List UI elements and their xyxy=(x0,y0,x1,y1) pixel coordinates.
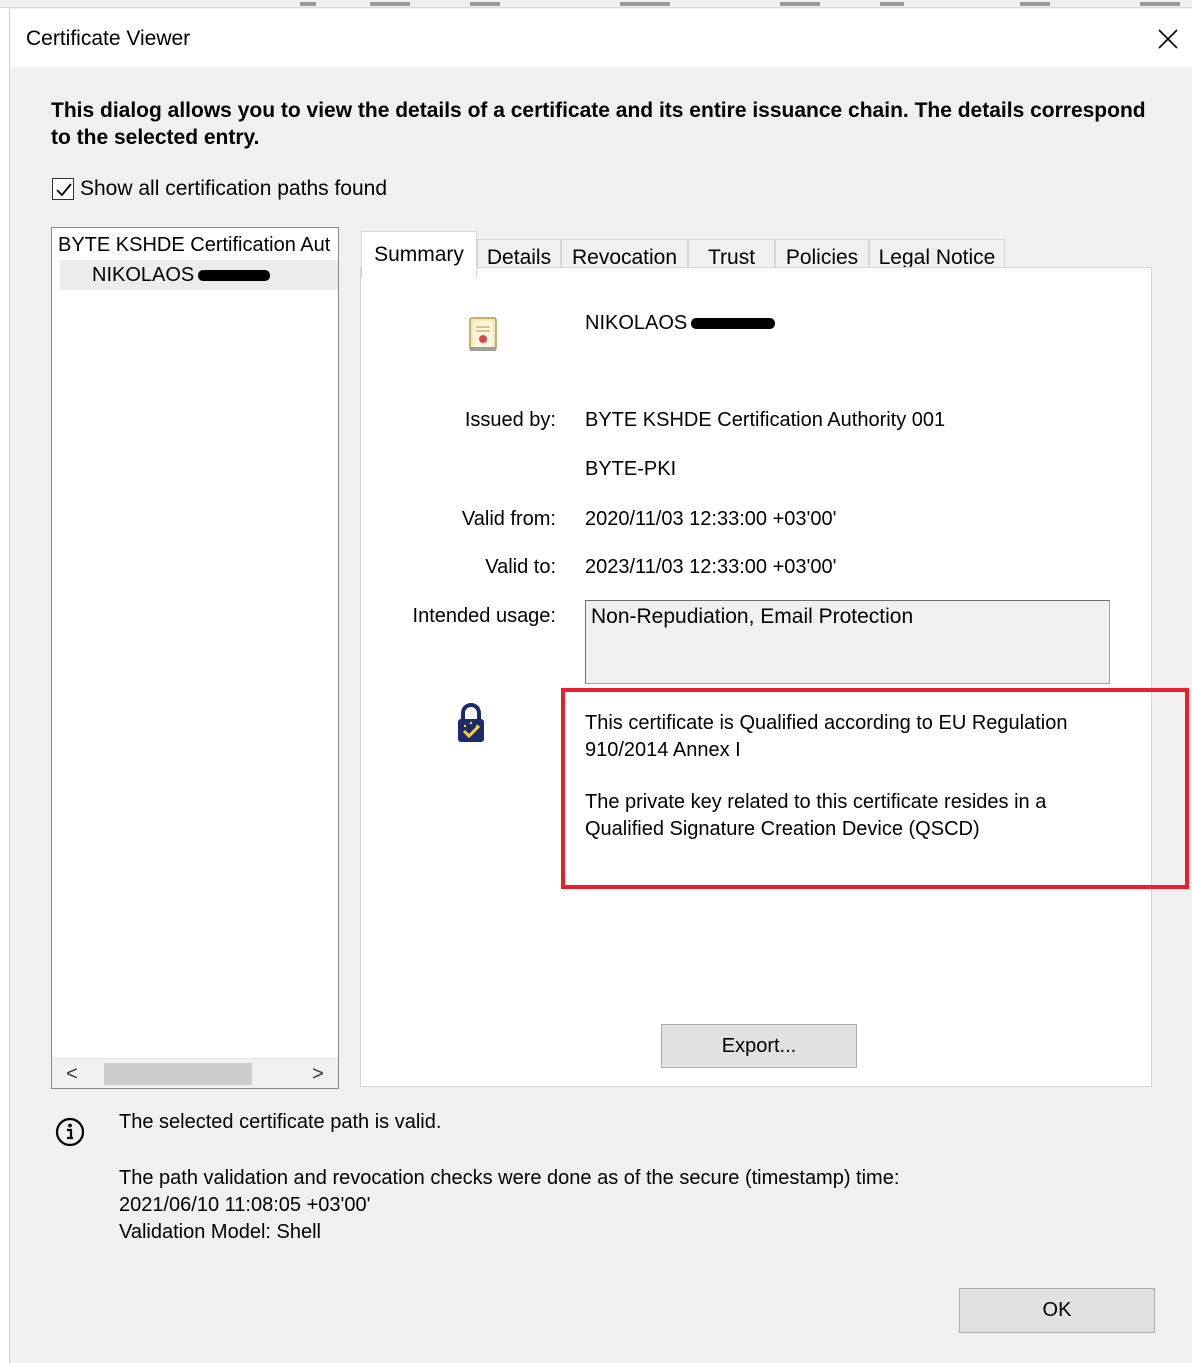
intended-usage-box[interactable]: Non-Repudiation, Email Protection xyxy=(585,600,1110,684)
certificate-viewer-dialog: Certificate Viewer This dialog allows yo… xyxy=(10,9,1192,1363)
summary-panel: NIKOLAOS Issued by: BYTE KSHDE Certifica… xyxy=(360,267,1152,1087)
horizontal-scrollbar[interactable]: < > xyxy=(52,1058,338,1088)
eu-qualified-lock-icon xyxy=(458,703,484,742)
validation-time-text: The path validation and revocation check… xyxy=(119,1167,900,1189)
validation-model: Validation Model: Shell xyxy=(119,1221,321,1243)
qualified-notice: This certificate is Qualified according … xyxy=(585,710,1105,843)
subject-name: NIKOLAOS xyxy=(585,312,776,335)
show-paths-option[interactable]: Show all certification paths found xyxy=(52,177,387,201)
issuer-organization: BYTE-PKI xyxy=(585,458,677,480)
close-button[interactable] xyxy=(1148,19,1188,59)
validation-details: The path validation and revocation check… xyxy=(119,1165,899,1246)
valid-from-label: Valid from: xyxy=(461,508,556,530)
valid-from-value: 2020/11/03 12:33:00 +03'00' xyxy=(585,508,837,530)
qualified-line-2: The private key related to this certific… xyxy=(585,791,1047,840)
scroll-left-button[interactable]: < xyxy=(52,1059,92,1088)
info-icon xyxy=(55,1117,85,1147)
certificate-icon xyxy=(469,317,497,351)
title-bar: Certificate Viewer xyxy=(10,9,1192,67)
tree-item-label: BYTE KSHDE Certification Aut xyxy=(58,234,331,256)
tree-item-subject[interactable]: NIKOLAOS xyxy=(60,260,338,290)
issued-by-value: BYTE KSHDE Certification Authority 001 xyxy=(585,409,946,431)
scroll-right-button[interactable]: > xyxy=(298,1059,338,1088)
tab-summary[interactable]: Summary xyxy=(361,231,477,278)
redaction-mark xyxy=(198,270,271,282)
background-window-strip xyxy=(0,0,1192,8)
subject-name-text: NIKOLAOS xyxy=(585,312,688,334)
checkmark-icon xyxy=(56,183,72,197)
intro-text: This dialog allows you to view the detai… xyxy=(51,99,1146,149)
valid-to-label: Valid to: xyxy=(485,556,556,578)
show-paths-checkbox[interactable] xyxy=(52,178,74,200)
window-title: Certificate Viewer xyxy=(26,27,191,50)
intended-usage-label: Intended usage: xyxy=(412,605,556,627)
path-valid-status: The selected certificate path is valid. xyxy=(119,1111,442,1133)
validation-timestamp: 2021/06/10 11:08:05 +03'00' xyxy=(119,1194,371,1216)
valid-to-value: 2023/11/03 12:33:00 +03'00' xyxy=(585,556,837,578)
background-window-edge xyxy=(0,8,10,1363)
certificate-path-tree[interactable]: BYTE KSHDE Certification Aut NIKOLAOS < … xyxy=(51,227,339,1089)
tree-item-label: NIKOLAOS xyxy=(92,264,195,286)
redaction-mark xyxy=(691,318,776,330)
export-button[interactable]: Export... xyxy=(661,1024,857,1068)
close-icon xyxy=(1158,29,1178,49)
ok-button[interactable]: OK xyxy=(959,1288,1155,1333)
qualified-line-1: This certificate is Qualified according … xyxy=(585,712,1068,761)
tree-item-issuer[interactable]: BYTE KSHDE Certification Aut xyxy=(58,230,330,260)
issued-by-label: Issued by: xyxy=(464,409,556,431)
scroll-thumb[interactable] xyxy=(104,1063,252,1085)
show-paths-label: Show all certification paths found xyxy=(80,177,388,200)
